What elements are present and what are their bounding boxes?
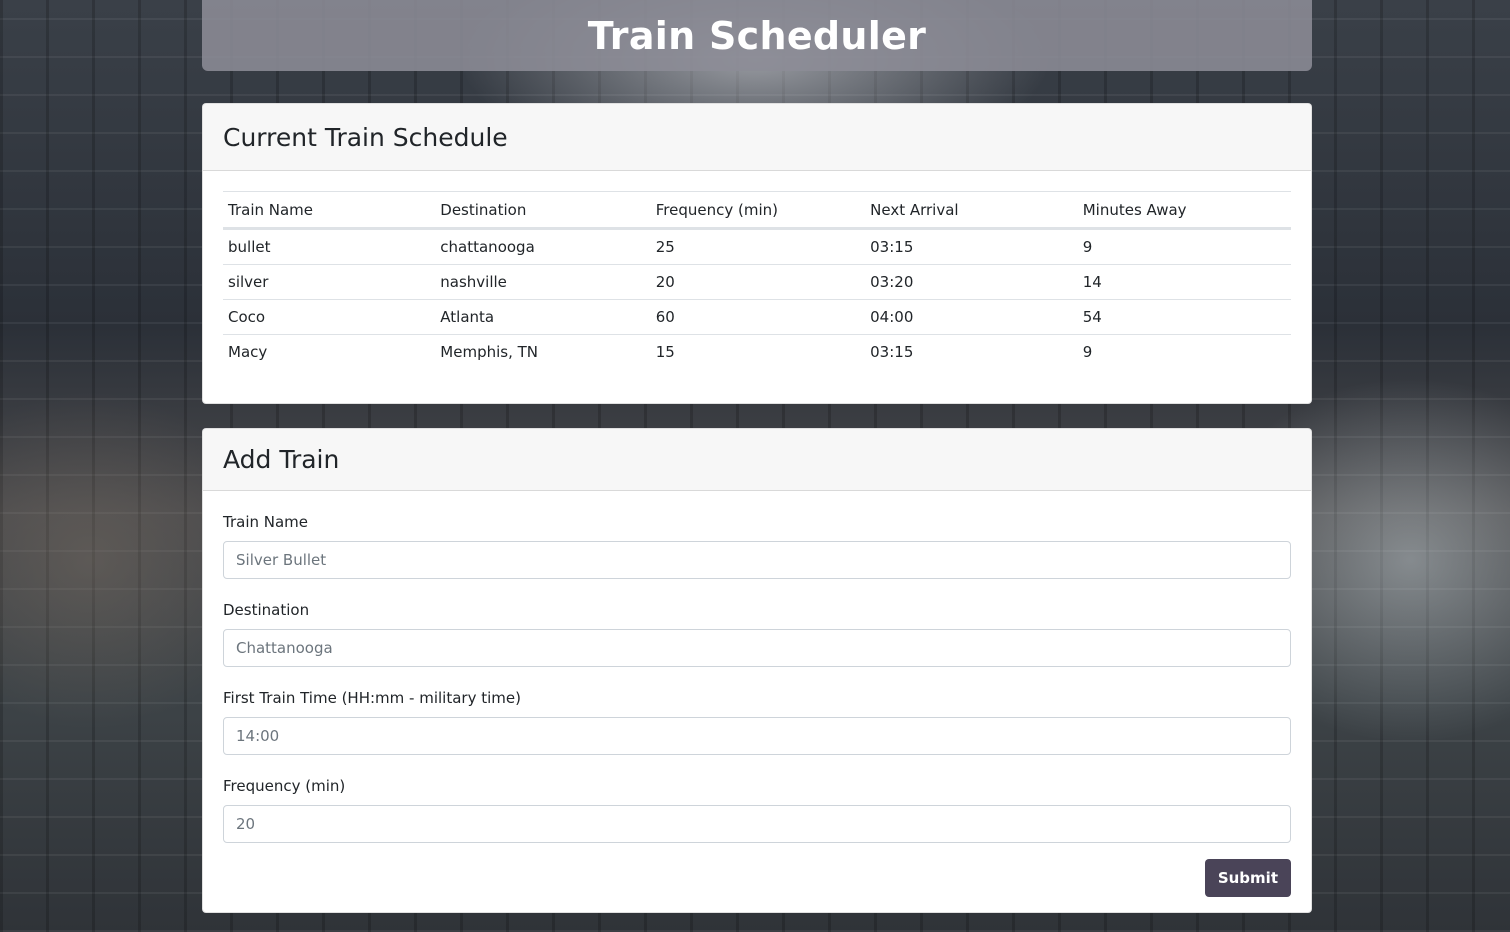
cell-next-arrival: 04:00 [865, 299, 1078, 335]
first-train-time-group: First Train Time (HH:mm - military time) [223, 689, 1291, 755]
first-train-time-label: First Train Time (HH:mm - military time) [223, 689, 521, 707]
submit-button[interactable]: Submit [1204, 859, 1291, 897]
add-train-heading: Add Train [223, 445, 340, 474]
schedule-card-header: Current Train Schedule [203, 104, 1311, 171]
column-header-destination: Destination [435, 191, 651, 230]
add-train-card-header: Add Train [203, 429, 1311, 491]
cell-train-name: Macy [228, 343, 268, 361]
table-header-row: Train Name Destination Frequency (min) N… [223, 191, 1291, 230]
cell-frequency: 15 [655, 343, 675, 361]
cell-destination: nashville [435, 264, 651, 300]
cell-train-name: silver [223, 264, 436, 300]
column-header-minutes-away: Minutes Away [1077, 191, 1291, 230]
cell-frequency: 25 [650, 228, 866, 265]
cell-next-arrival: 03:20 [865, 264, 1078, 300]
frequency-input[interactable] [223, 805, 1291, 843]
submit-row: Submit [223, 859, 1291, 897]
cell-train-name: Coco [223, 299, 436, 335]
destination-group: Destination [223, 601, 1291, 667]
add-train-card: Add Train Train Name Destination First T… [202, 428, 1312, 913]
schedule-heading: Current Train Schedule [223, 122, 508, 152]
cell-minutes-away: 9 [1077, 228, 1291, 265]
destination-input[interactable] [223, 629, 1291, 667]
schedule-card: Current Train Schedule Train Name Destin… [202, 103, 1312, 404]
column-header-frequency: Frequency (min) [650, 191, 866, 230]
cell-frequency: 60 [650, 299, 866, 335]
cell-minutes-away: 9 [1082, 343, 1093, 361]
cell-destination: Memphis, TN [440, 343, 538, 361]
table-row: bullet chattanooga 25 03:15 9 [223, 228, 1291, 265]
first-train-time-input[interactable] [223, 717, 1291, 755]
table-row: Coco Atlanta 60 04:00 54 [223, 299, 1291, 335]
train-name-group: Train Name [223, 513, 1291, 579]
add-train-form: Train Name Destination First Train Time … [203, 491, 1311, 897]
schedule-body: Train Name Destination Frequency (min) N… [203, 171, 1311, 369]
table-row: silver nashville 20 03:20 14 [223, 264, 1291, 300]
header-bar: Train Scheduler [202, 0, 1312, 71]
page-title: Train Scheduler [587, 13, 927, 58]
table-row: Macy Memphis, TN 15 03:15 9 [223, 335, 1291, 370]
train-name-label: Train Name [223, 513, 309, 531]
cell-next-arrival: 03:15 [865, 228, 1078, 265]
cell-destination: chattanooga [435, 228, 651, 265]
cell-minutes-away: 14 [1077, 264, 1291, 300]
schedule-table: Train Name Destination Frequency (min) N… [223, 191, 1291, 369]
destination-label: Destination [223, 601, 310, 619]
cell-train-name: bullet [223, 228, 436, 265]
frequency-group: Frequency (min) [223, 777, 1291, 843]
cell-minutes-away: 54 [1077, 299, 1291, 335]
column-header-next-arrival: Next Arrival [865, 191, 1078, 230]
cell-next-arrival: 03:15 [870, 343, 914, 361]
cell-destination: Atlanta [435, 299, 651, 335]
frequency-label: Frequency (min) [223, 777, 346, 795]
cell-frequency: 20 [650, 264, 866, 300]
column-header-train-name: Train Name [223, 191, 436, 230]
train-name-input[interactable] [223, 541, 1291, 579]
